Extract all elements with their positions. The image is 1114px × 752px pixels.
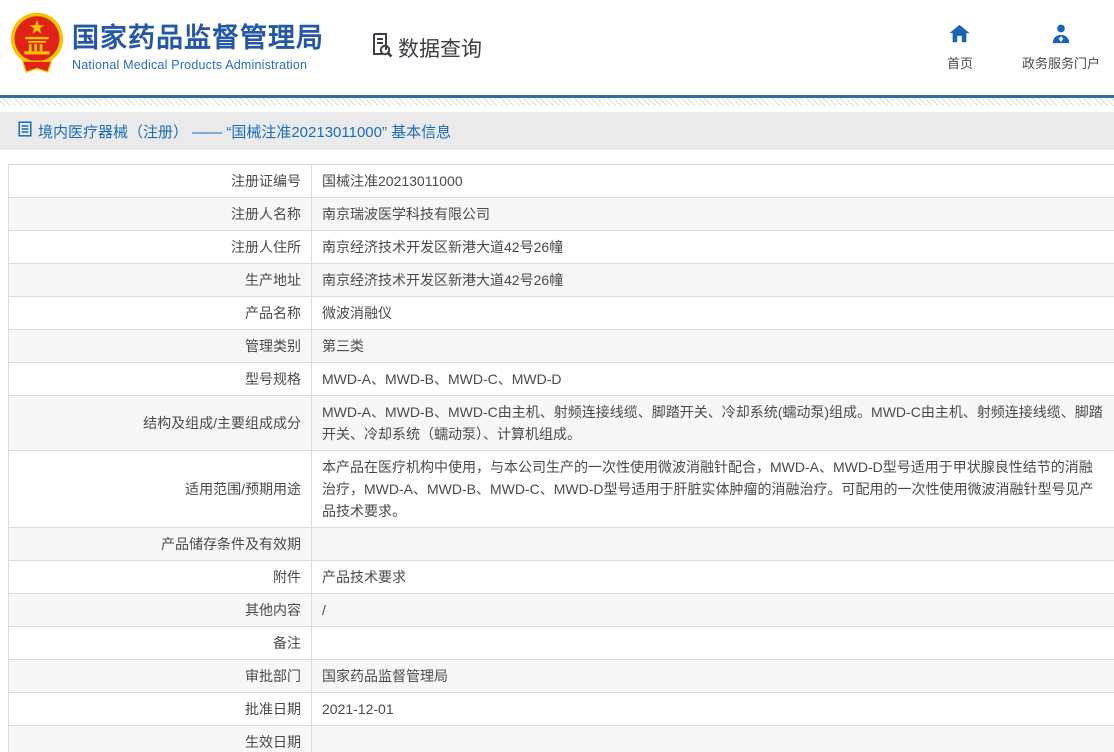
home-icon [948, 23, 971, 48]
table-row: 生效日期 [9, 726, 1114, 752]
row-label: 注册人名称 [9, 198, 312, 230]
brand-block: 国家药品监督管理局 National Medical Products Admi… [72, 23, 324, 71]
row-label: 产品名称 [9, 297, 312, 329]
row-value: 南京经济技术开发区新港大道42号26幢 [322, 239, 564, 255]
national-emblem-logo [10, 9, 64, 86]
table-row: 适用范围/预期用途 本产品在医疗机构中使用，与本公司生产的一次性使用微波消融针配合… [9, 451, 1114, 528]
row-label: 产品储存条件及有效期 [9, 528, 312, 560]
page-title: 境内医疗器械（注册） —— “国械注准20213011000” 基本信息 [38, 123, 452, 141]
row-label: 其他内容 [9, 594, 312, 626]
table-row: 其他内容 / [9, 594, 1114, 627]
row-label: 注册证编号 [9, 165, 312, 197]
row-label: 附件 [9, 561, 312, 593]
row-label: 生产地址 [9, 264, 312, 296]
table-row: 结构及组成/主要组成成分 MWD-A、MWD-B、MWD-C由主机、射频连接线缆、… [9, 396, 1114, 451]
nav-item-label: 政务服务门户 [1021, 56, 1100, 71]
row-value: 微波消融仪 [322, 305, 392, 321]
row-value: MWD-A、MWD-B、MWD-C由主机、射频连接线缆、脚踏开关、冷却系统(蠕动… [322, 404, 1103, 442]
row-value: 产品技术要求 [322, 569, 406, 585]
brand-subtitle: National Medical Products Administration [72, 57, 308, 72]
table-row: 批准日期 2021-12-01 [9, 693, 1114, 726]
row-value: 第三类 [322, 338, 364, 354]
row-label: 结构及组成/主要组成成分 [9, 396, 312, 450]
table-row: 附件 产品技术要求 [9, 561, 1114, 594]
row-value: / [322, 602, 326, 618]
table-row: 产品名称 微波消融仪 [9, 297, 1114, 330]
row-label: 生效日期 [9, 726, 312, 752]
registration-info-table: 注册证编号 国械注准20213011000 注册人名称 南京瑞波医学科技有限公司 注册人… [8, 164, 1114, 752]
data-query-nav[interactable]: 数据查询 [366, 31, 482, 65]
row-value [312, 638, 1114, 648]
row-label: 审批部门 [9, 660, 312, 692]
nav-item-home[interactable]: 首页 [936, 23, 984, 72]
site-header: 国家药品监督管理局 National Medical Products Admi… [0, 0, 1114, 95]
row-value: 国家药品监督管理局 [322, 668, 448, 684]
table-row: 产品储存条件及有效期 [9, 528, 1114, 561]
row-value: 2021-12-01 [322, 701, 394, 717]
table-row: 型号规格 MWD-A、MWD-B、MWD-C、MWD-D [9, 363, 1114, 396]
data-query-label: 数据查询 [398, 37, 482, 61]
row-label: 管理类别 [9, 330, 312, 362]
row-value: MWD-A、MWD-B、MWD-C、MWD-D [322, 371, 562, 387]
document-icon [18, 120, 38, 142]
brand-title: 国家药品监督管理局 [72, 23, 324, 54]
row-label: 备注 [9, 627, 312, 659]
hatched-band [0, 98, 1114, 106]
table-row: 备注 [9, 627, 1114, 660]
spacer [0, 150, 1114, 164]
row-value [312, 737, 1114, 747]
document-search-icon [366, 31, 398, 65]
header-nav: 首页 政务服务门户 [936, 23, 1100, 72]
row-value: 本产品在医疗机构中使用，与本公司生产的一次性使用微波消融针配合，MWD-A、MW… [322, 459, 1094, 519]
row-label: 型号规格 [9, 363, 312, 395]
table-row: 注册人名称 南京瑞波医学科技有限公司 [9, 198, 1114, 231]
row-label: 注册人住所 [9, 231, 312, 263]
page-title-bar: 境内医疗器械（注册） —— “国械注准20213011000” 基本信息 [0, 112, 1114, 150]
row-value: 国械注准20213011000 [322, 173, 463, 189]
table-row: 审批部门 国家药品监督管理局 [9, 660, 1114, 693]
nav-item-gov-portal[interactable]: 政务服务门户 [1022, 23, 1100, 72]
row-value: 南京经济技术开发区新港大道42号26幢 [322, 272, 564, 288]
table-row: 注册证编号 国械注准20213011000 [9, 165, 1114, 198]
row-label: 批准日期 [9, 693, 312, 725]
nav-item-label: 首页 [946, 56, 973, 71]
user-icon [1050, 23, 1072, 48]
row-label: 适用范围/预期用途 [9, 451, 312, 527]
table-row: 管理类别 第三类 [9, 330, 1114, 363]
row-value [312, 539, 1114, 549]
row-value: 南京瑞波医学科技有限公司 [322, 206, 490, 222]
table-row: 注册人住所 南京经济技术开发区新港大道42号26幢 [9, 231, 1114, 264]
table-row: 生产地址 南京经济技术开发区新港大道42号26幢 [9, 264, 1114, 297]
